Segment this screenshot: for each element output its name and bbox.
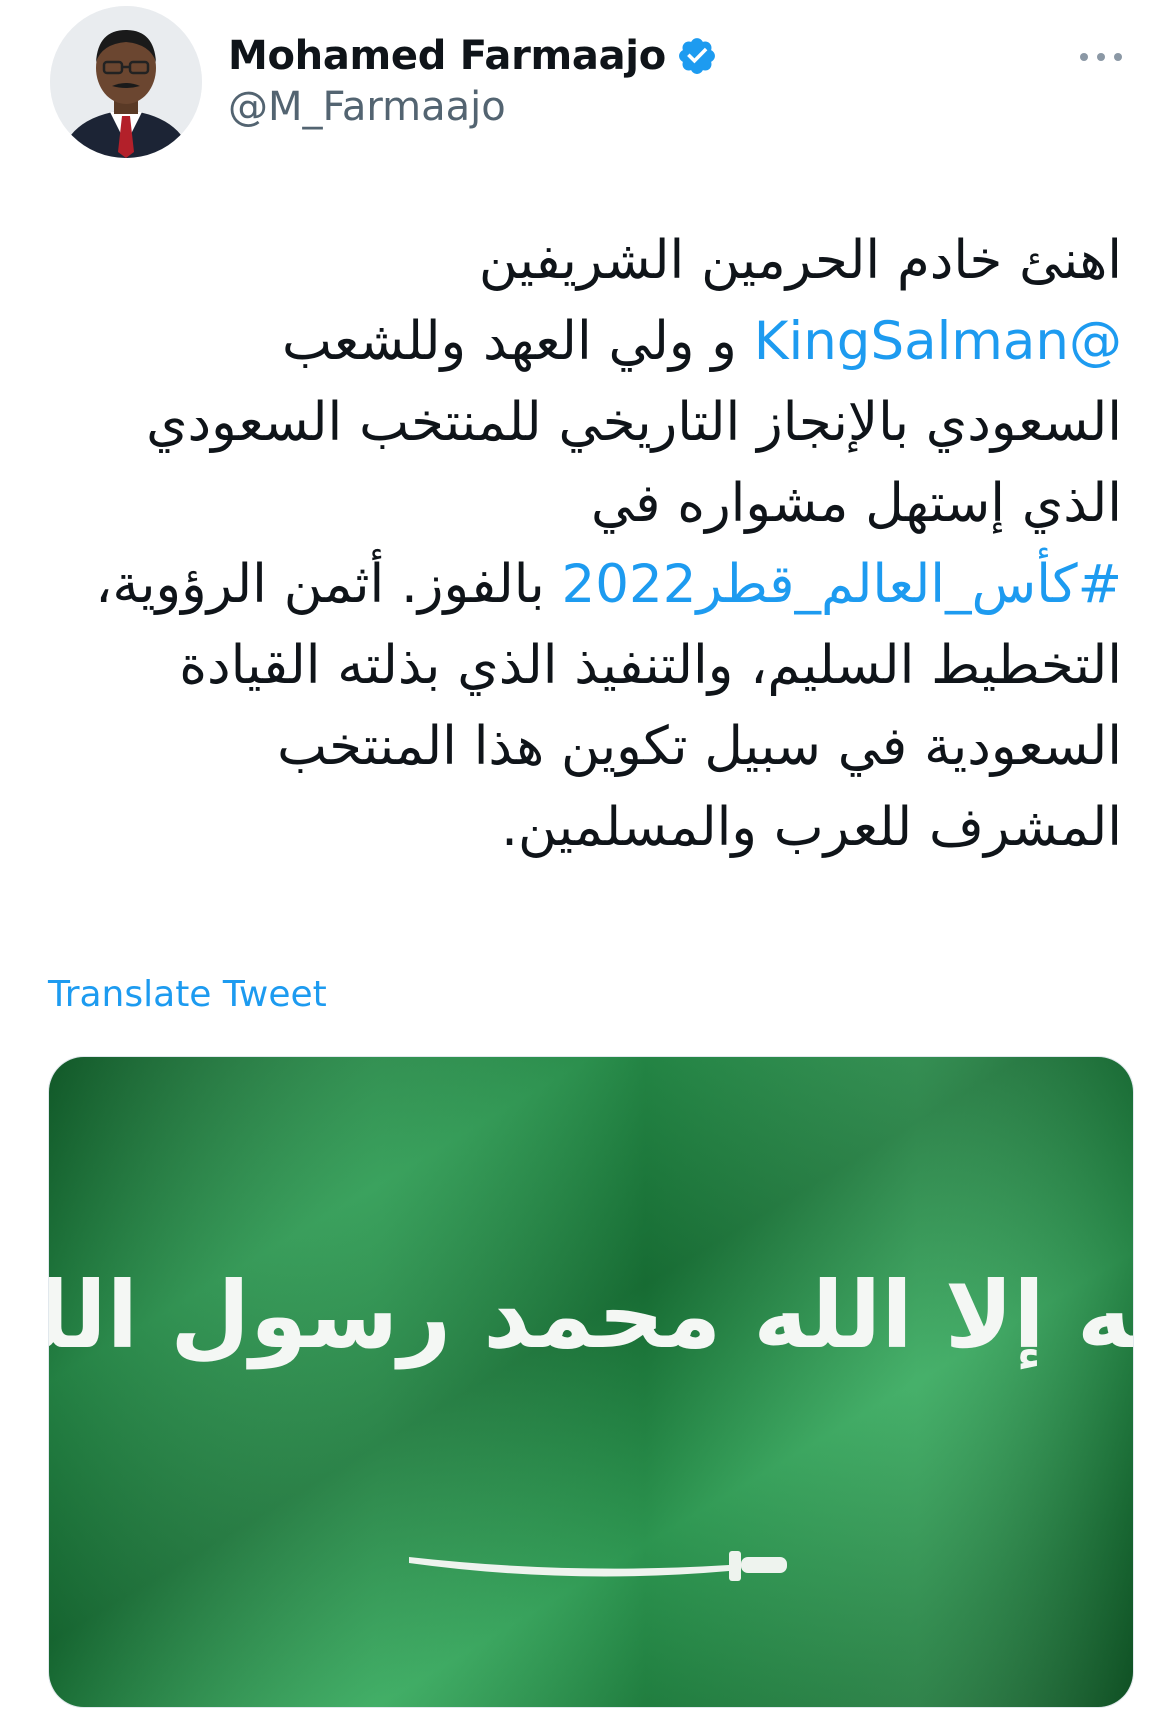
author-name-row[interactable]: Mohamed Farmaajo (228, 28, 718, 84)
tweet-media-image[interactable]: لا إله إلا الله محمد رسول الله (48, 1056, 1134, 1708)
tweet-text-segment: الذي إستهل مشواره في (590, 473, 1122, 534)
tweet-text: اهنئ خادم الحرمين الشريفين @KingSalman و … (92, 220, 1122, 868)
author-display-name[interactable]: Mohamed Farmaajo (228, 33, 666, 79)
tweet-text-line: #كأس_العالم_قطر2022 بالفوز. أثمن الرؤوية… (92, 544, 1122, 625)
more-options-button[interactable] (1078, 34, 1124, 80)
tweet-text-segment: المشرف للعرب والمسلمين. (501, 797, 1122, 858)
avatar[interactable] (50, 6, 202, 158)
hashtag-link[interactable]: #كأس_العالم_قطر2022 (562, 554, 1122, 615)
tweet-text-segment: السعودي بالإنجاز التاريخي للمنتخب السعود… (146, 392, 1122, 453)
tweet-text-segment: التخطيط السليم، والتنفيذ الذي بذلته القي… (179, 635, 1122, 696)
tweet-text-line: المشرف للعرب والمسلمين. (92, 787, 1122, 868)
tweet-text-segment: و ولي العهد وللشعب (281, 311, 754, 372)
verified-badge-icon (676, 35, 718, 77)
tweet-text-line: @KingSalman و ولي العهد وللشعب (92, 301, 1122, 382)
translate-tweet-link[interactable]: Translate Tweet (48, 974, 327, 1015)
tweet-text-line: السعودي بالإنجاز التاريخي للمنتخب السعود… (92, 382, 1122, 463)
tweet-text-segment: السعودية في سبيل تكوين هذا المنتخب (277, 716, 1122, 777)
tweet-text-line: الذي إستهل مشواره في (92, 463, 1122, 544)
profile-photo-icon (50, 6, 202, 158)
tweet-text-line: اهنئ خادم الحرمين الشريفين (92, 220, 1122, 301)
tweet-text-segment: بالفوز. أثمن الرؤوية، (95, 554, 562, 615)
flag-shahada-text: لا إله إلا الله محمد رسول الله (49, 1262, 1133, 1370)
tweet-text-segment: اهنئ خادم الحرمين الشريفين (478, 230, 1122, 291)
saudi-flag-image: لا إله إلا الله محمد رسول الله (49, 1057, 1133, 1707)
tweet-text-line: السعودية في سبيل تكوين هذا المنتخب (92, 706, 1122, 787)
mention-link[interactable]: @KingSalman (754, 311, 1122, 372)
more-horizontal-icon (1080, 53, 1122, 61)
tweet-text-line: التخطيط السليم، والتنفيذ الذي بذلته القي… (92, 625, 1122, 706)
tweet-card: Mohamed Farmaajo @M_Farmaajo اهنئ خادم ا… (0, 0, 1170, 1730)
author-handle[interactable]: @M_Farmaajo (228, 84, 506, 130)
